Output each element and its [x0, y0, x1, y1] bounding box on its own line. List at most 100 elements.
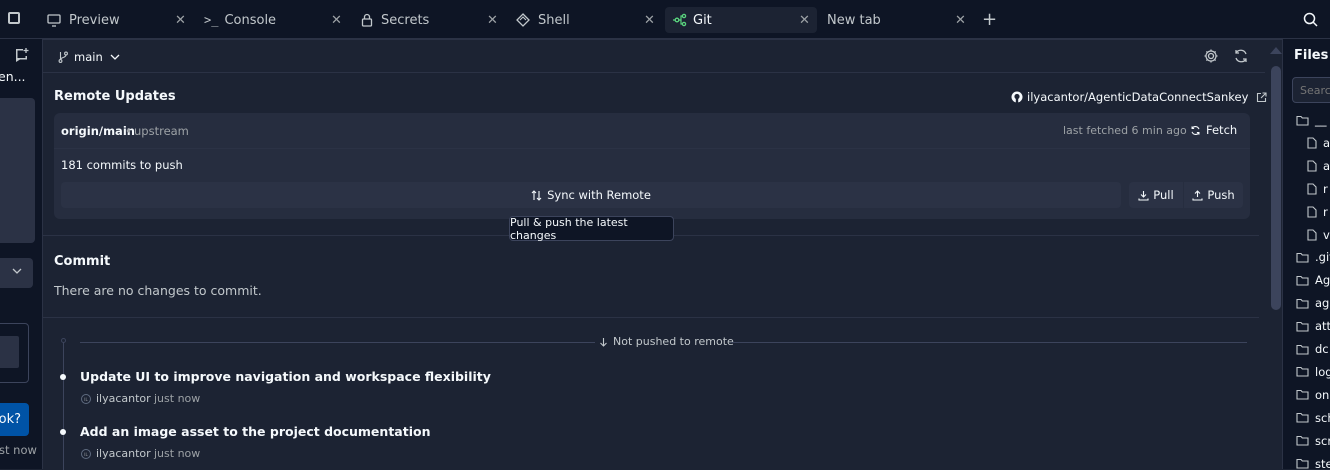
commit-title: Commit [54, 254, 111, 269]
tree-item-label: log [1315, 364, 1330, 379]
folder-icon [1296, 275, 1309, 286]
file-item[interactable]: r [1307, 180, 1328, 198]
tree-item-label: age [1315, 296, 1330, 311]
preview-card [0, 98, 35, 243]
git-panel: main Remote Updates ilyacantor/AgenticDa… [42, 39, 1283, 470]
close-icon[interactable]: ✕ [644, 13, 655, 28]
branch-selector[interactable]: main [58, 47, 120, 67]
section-divider [43, 317, 1259, 318]
file-item[interactable]: r [1307, 203, 1328, 221]
sync-tooltip: Pull & push the latest changes [509, 216, 674, 242]
push-button[interactable]: Push [1184, 182, 1243, 208]
avatar: IL [81, 394, 91, 404]
tree-item-label: r [1323, 204, 1328, 219]
close-icon[interactable]: ✕ [487, 13, 498, 28]
fetch-button[interactable]: Fetch [1190, 123, 1237, 137]
commit-item[interactable]: Update UI to improve navigation and work… [43, 366, 1253, 410]
tab-label: Shell [538, 12, 570, 28]
commit-dot [60, 374, 66, 380]
folder-item[interactable]: .git [1296, 248, 1330, 266]
separator-dot: • [125, 124, 132, 138]
sync-label: Sync with Remote [547, 188, 651, 202]
chevron-down-icon [110, 52, 120, 62]
sync-button[interactable]: Sync with Remote [61, 182, 1121, 208]
avatar: IL [81, 449, 91, 459]
files-search-input[interactable] [1292, 77, 1330, 103]
search-icon[interactable] [1303, 12, 1318, 27]
push-label: Push [1207, 188, 1235, 202]
history-separator-right [731, 342, 1247, 343]
branch-icon [58, 51, 68, 63]
left-panel: en... ok? st now [0, 39, 42, 469]
folder-icon [1296, 389, 1309, 400]
tree-item-label: a [1323, 135, 1330, 150]
commit-item[interactable]: Add an image asset to the project docume… [43, 421, 1253, 465]
tab-shell[interactable]: Shell ✕ [516, 7, 662, 33]
tree-item-label: a [1323, 158, 1330, 173]
download-icon [1138, 190, 1149, 201]
stop-icon[interactable] [8, 12, 20, 24]
tree-item-label: ste [1315, 456, 1330, 470]
file-item[interactable]: a [1307, 134, 1330, 152]
git-branch-icon [673, 13, 687, 27]
folder-item[interactable]: on [1296, 386, 1329, 404]
truncated-text: en... [0, 69, 26, 84]
folder-item[interactable]: scr [1296, 432, 1330, 450]
file-item[interactable]: a [1307, 157, 1330, 175]
arrow-down-icon [599, 337, 608, 347]
tree-item-label: sch [1315, 410, 1330, 425]
tree-item-label: v [1323, 227, 1330, 242]
pull-button[interactable]: Pull [1129, 182, 1183, 208]
tree-item-label: dc [1315, 342, 1329, 356]
upload-icon [1192, 189, 1203, 201]
tab-new[interactable]: New tab ✕ [827, 7, 971, 33]
gear-icon[interactable] [1203, 48, 1219, 64]
tree-item-label: __ [1315, 113, 1327, 127]
folder-item[interactable]: ste [1296, 455, 1330, 470]
folder-item[interactable]: log [1296, 363, 1330, 381]
ok-button[interactable]: ok? [0, 403, 29, 436]
folder-item[interactable]: age [1296, 294, 1330, 312]
scrollbar[interactable] [1267, 40, 1283, 470]
commit-time: just now [154, 392, 201, 405]
tab-preview[interactable]: Preview ✕ [47, 7, 193, 33]
repo-link[interactable]: ilyacantor/AgenticDataConnectSankey [1011, 90, 1267, 104]
branch-name: main [74, 50, 103, 64]
file-icon [1307, 160, 1317, 172]
folder-icon [1296, 344, 1309, 355]
tab-secrets[interactable]: Secrets ✕ [361, 7, 507, 33]
close-icon[interactable]: ✕ [955, 13, 966, 28]
thumbnail-inner [0, 336, 19, 368]
folder-item[interactable]: att [1296, 317, 1330, 335]
folder-icon [1296, 298, 1309, 309]
chevron-down-icon [12, 266, 22, 276]
refresh-icon [1190, 125, 1201, 136]
folder-item[interactable]: __ [1296, 111, 1327, 129]
close-icon[interactable]: ✕ [331, 13, 342, 28]
close-icon[interactable]: ✕ [799, 13, 810, 28]
refresh-icon[interactable] [1233, 48, 1249, 64]
plus-icon[interactable]: + [982, 9, 997, 30]
tab-label: Git [693, 12, 712, 28]
folder-item[interactable]: Ag [1296, 271, 1330, 289]
tab-console[interactable]: >_ Console ✕ [204, 7, 350, 33]
files-title: Files [1294, 48, 1329, 63]
new-chat-icon[interactable] [14, 48, 30, 62]
commit-author: ilyacantor [96, 392, 151, 405]
close-icon[interactable]: ✕ [175, 13, 186, 28]
file-item[interactable]: v [1307, 226, 1330, 244]
collapse-dropdown[interactable] [0, 258, 33, 288]
pull-label: Pull [1153, 188, 1174, 202]
scrollbar-thumb[interactable] [1271, 66, 1281, 310]
folder-item[interactable]: dc [1296, 340, 1329, 358]
last-fetched: last fetched 6 min ago [1063, 124, 1187, 137]
fetch-label: Fetch [1206, 123, 1238, 137]
tree-item-label: on [1315, 387, 1330, 402]
scroll-up-arrow[interactable] [1270, 47, 1282, 54]
tab-git[interactable]: Git ✕ [665, 7, 817, 33]
folder-icon [1296, 366, 1309, 377]
remote-branch: origin/main [61, 124, 135, 138]
commit-time: just now [154, 447, 201, 460]
folder-item[interactable]: sch [1296, 409, 1330, 427]
folder-icon [1296, 435, 1309, 446]
